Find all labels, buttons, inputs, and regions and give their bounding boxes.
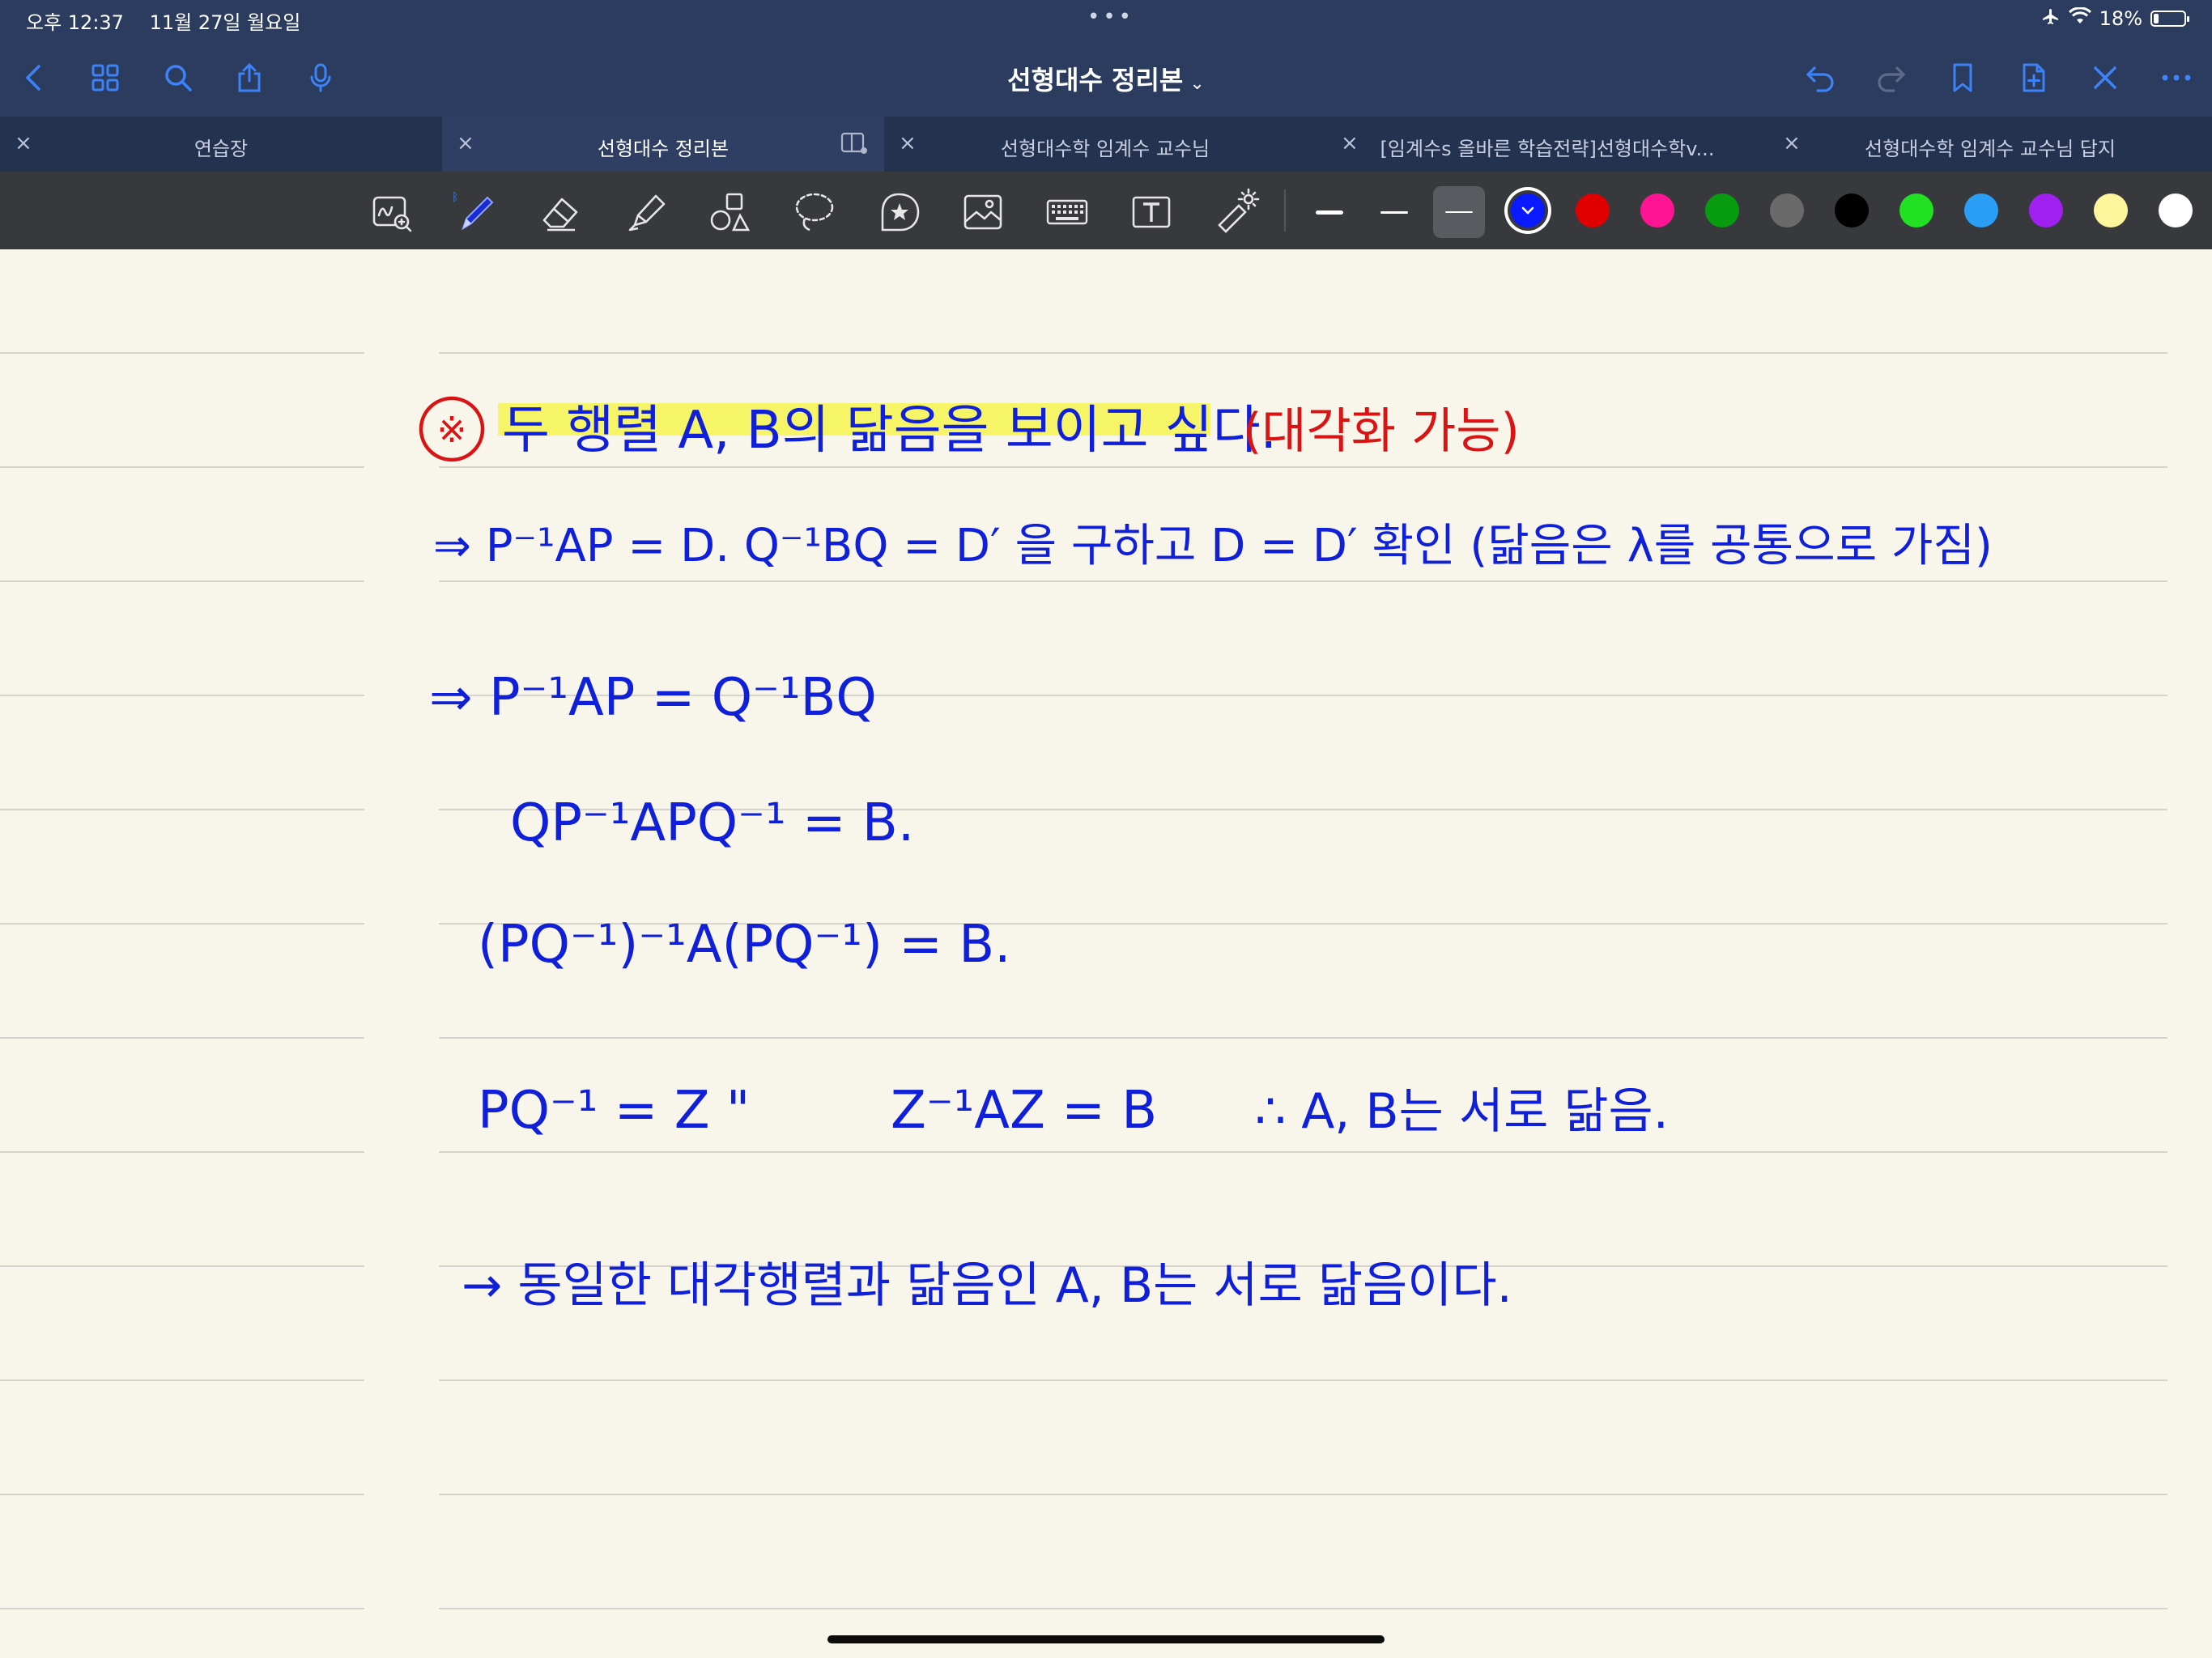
tab-close-icon[interactable]: ×	[899, 131, 917, 155]
highlighter-icon[interactable]	[620, 186, 672, 238]
laser-pointer-icon[interactable]	[1210, 186, 1261, 238]
grid-icon[interactable]	[84, 57, 126, 99]
eraser-icon[interactable]	[534, 186, 586, 238]
color-swatch[interactable]	[2029, 193, 2063, 227]
note-line-3: ⇒ P⁻¹AP = Q⁻¹BQ	[429, 668, 877, 728]
redo-icon[interactable]	[1870, 57, 1912, 99]
stroke-thin-button[interactable]	[1433, 186, 1485, 238]
tab-practice[interactable]: × 연습장	[0, 117, 442, 172]
multitasking-dots-icon[interactable]: •••	[1087, 5, 1134, 29]
note-line-6b: Z⁻¹AZ = B	[891, 1081, 1157, 1141]
color-swatch[interactable]	[1770, 193, 1804, 227]
status-right: 18%	[2041, 6, 2189, 31]
battery-fill	[2154, 14, 2159, 23]
microphone-icon[interactable]	[300, 57, 342, 99]
note-canvas[interactable]: ※ 두 행렬 A, B의 닮음을 보이고 싶다. (대각화 가능) ⇒ P⁻¹A…	[0, 249, 2212, 1658]
undo-icon[interactable]	[1799, 57, 1841, 99]
airplane-icon	[2041, 6, 2061, 31]
add-page-icon[interactable]	[2013, 57, 2055, 99]
tab-bar: × 연습장 × 선형대수 정리본 × 선형대수학 임계수 교수님 × [임계수s…	[0, 117, 2212, 172]
tab-close-icon[interactable]: ×	[1783, 131, 1801, 155]
tab-linear-algebra-notes[interactable]: × 선형대수 정리본	[442, 117, 884, 172]
share-icon[interactable]	[228, 57, 270, 99]
stroke-thin-icon	[1445, 211, 1473, 213]
close-icon[interactable]	[2084, 57, 2126, 99]
stroke-thick-button[interactable]	[1304, 186, 1355, 238]
battery-icon	[2150, 11, 2189, 27]
document-title-text: 선형대수 정리본	[1007, 65, 1184, 96]
status-bar: 오후 12:37 11월 27일 월요일 ••• 18%	[0, 0, 2212, 39]
color-swatch[interactable]	[1576, 193, 1610, 227]
bookmark-icon[interactable]	[1942, 57, 1984, 99]
color-swatch[interactable]	[1899, 193, 1933, 227]
status-left: 오후 12:37 11월 27일 월요일	[26, 6, 320, 35]
note-line-1-paren: (대각화 가능)	[1243, 403, 1520, 460]
tab-label: 선형대수학 임계수 교수님 답지	[1865, 138, 2116, 160]
status-date: 11월 27일 월요일	[149, 11, 301, 34]
handwriting-layer: ※ 두 행렬 A, B의 닮음을 보이고 싶다. (대각화 가능) ⇒ P⁻¹A…	[419, 396, 1993, 1314]
lasso-icon[interactable]	[789, 186, 840, 238]
color-swatch[interactable]	[1640, 193, 1674, 227]
note-line-2: ⇒ P⁻¹AP = D. Q⁻¹BQ = D′ 을 구하고 D = D′ 확인 …	[433, 520, 1993, 572]
more-icon[interactable]	[2155, 57, 2197, 99]
stroke-medium-icon	[1380, 210, 1408, 214]
svg-text:ᛒ: ᛒ	[452, 191, 458, 204]
battery-percent: 18%	[2099, 7, 2142, 30]
color-swatch[interactable]	[1964, 193, 1998, 227]
sticker-icon[interactable]	[873, 186, 925, 238]
image-icon[interactable]	[957, 186, 1009, 238]
chevron-down-icon	[1521, 206, 1534, 215]
note-mark: ※	[437, 410, 467, 451]
tab-answer-key[interactable]: × 선형대수학 임계수 교수님 답지	[1768, 117, 2212, 172]
pen-icon[interactable]: ᛒ	[450, 186, 502, 238]
color-swatch[interactable]	[1835, 193, 1869, 227]
note-line-7: → 동일한 대각행렬과 닮음인 A, B는 서로 닮음이다.	[462, 1257, 1512, 1314]
keyboard-icon[interactable]	[1041, 186, 1093, 238]
note-line-1: 두 행렬 A, B의 닮음을 보이고 싶다.	[502, 401, 1277, 461]
tool-bar: ᛒ	[0, 172, 2212, 249]
color-swatch[interactable]	[1705, 193, 1739, 227]
color-swatch[interactable]	[2094, 193, 2128, 227]
tab-close-icon[interactable]: ×	[457, 131, 474, 155]
tab-label: 선형대수 정리본	[597, 138, 730, 160]
home-indicator[interactable]	[827, 1635, 1385, 1643]
stroke-thick-icon	[1316, 210, 1343, 215]
note-line-6a: PQ⁻¹ = Z "	[478, 1081, 750, 1141]
color-swatch[interactable]	[2159, 193, 2193, 227]
note-line-5: (PQ⁻¹)⁻¹A(PQ⁻¹) = B.	[478, 915, 1010, 975]
text-box-icon[interactable]	[1125, 186, 1177, 238]
chevron-down-icon: ⌄	[1189, 74, 1205, 94]
color-swatch[interactable]	[1511, 193, 1545, 227]
tab-close-icon[interactable]: ×	[1341, 131, 1359, 155]
tab-close-icon[interactable]: ×	[15, 131, 32, 155]
tab-study-strategy[interactable]: × [임계수s 올바른 학습전략]선형대수학v...	[1326, 117, 1768, 172]
stroke-medium-button[interactable]	[1368, 186, 1420, 238]
nav-bar: 선형대수 정리본 ⌄	[0, 39, 2212, 117]
wifi-icon	[2068, 6, 2091, 30]
back-icon[interactable]	[13, 57, 55, 99]
toolbar-divider	[1284, 189, 1286, 232]
note-line-6c: ∴ A, B는 서로 닮음.	[1255, 1083, 1669, 1140]
note-line-4: QP⁻¹APQ⁻¹ = B.	[510, 793, 914, 853]
status-time: 오후 12:37	[26, 11, 124, 34]
search-icon[interactable]	[157, 57, 199, 99]
zoom-window-icon[interactable]	[366, 186, 418, 238]
tab-label: 선형대수학 임계수 교수님	[1000, 138, 1210, 160]
tab-label: [임계수s 올바른 학습전략]선형대수학v...	[1380, 138, 1715, 160]
tab-linear-algebra-professor[interactable]: × 선형대수학 임계수 교수님	[884, 117, 1326, 172]
document-title[interactable]: 선형대수 정리본 ⌄	[1004, 60, 1208, 97]
tab-label: 연습장	[194, 138, 249, 160]
split-view-icon[interactable]	[840, 131, 868, 160]
shapes-icon[interactable]	[704, 186, 756, 238]
